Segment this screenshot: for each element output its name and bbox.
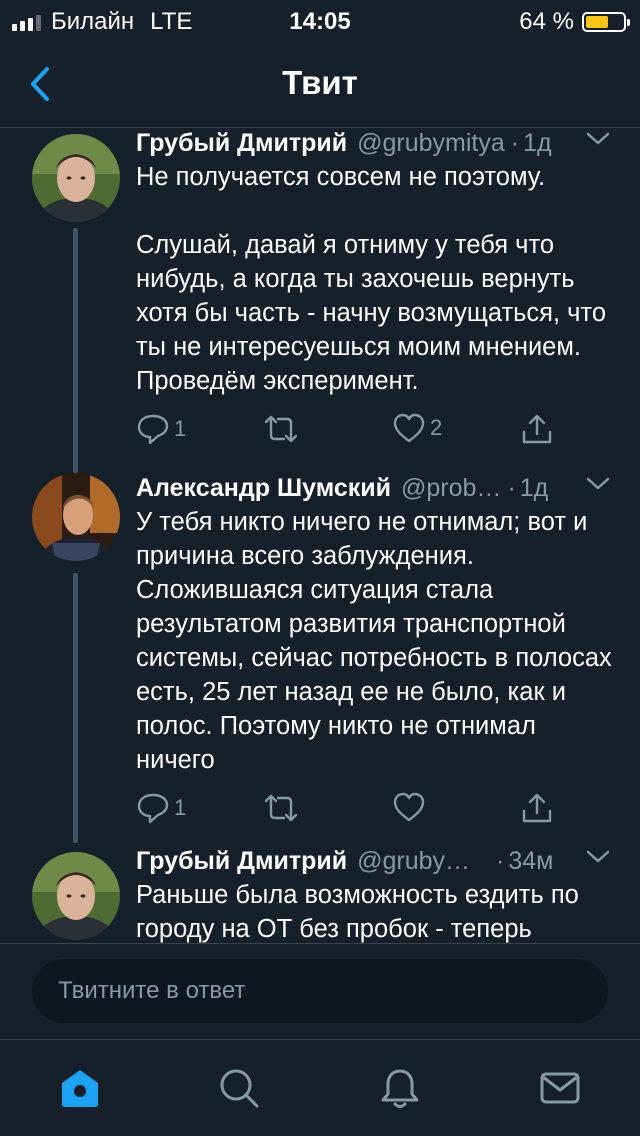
notifications-icon	[381, 1069, 419, 1108]
like-button[interactable]: 2	[392, 412, 442, 444]
chevron-down-icon	[586, 132, 610, 145]
status-bar: Билайн LTE 14:05 64 %	[0, 0, 640, 40]
tab-messages[interactable]	[536, 1064, 584, 1112]
share-button[interactable]	[520, 412, 554, 446]
reply-button[interactable]: 1	[136, 412, 186, 446]
author-name[interactable]: Грубый Дмитрий	[136, 847, 347, 876]
share-icon	[522, 414, 552, 444]
page-title: Твит	[282, 64, 358, 101]
separator-dot: ·	[507, 473, 516, 502]
tweet-body: Грубый Дмитрий @gruby… · 34м Раньше была…	[136, 846, 616, 943]
retweet-icon	[264, 794, 298, 822]
more-options-button[interactable]	[586, 132, 610, 151]
reply-input[interactable]: Твитните в ответ	[32, 959, 608, 1023]
tweet-header: Александр Шумский @prob… · 1д	[136, 473, 616, 503]
author-name[interactable]: Грубый Дмитрий	[136, 129, 347, 158]
separator-dot: ·	[496, 846, 505, 875]
author-handle[interactable]: @gruby…	[357, 847, 470, 876]
author-handle[interactable]: @prob…	[401, 474, 501, 503]
tweet-body: Александр Шумский @prob… · 1д У тебя ник…	[136, 473, 616, 777]
chevron-down-icon	[586, 850, 610, 863]
tab-bar	[0, 1039, 640, 1136]
avatar-photo	[32, 134, 120, 222]
tweet[interactable]: Александр Шумский @prob… · 1д У тебя ник…	[0, 473, 640, 843]
like-button[interactable]	[392, 791, 430, 823]
reply-count: 1	[174, 795, 187, 820]
retweet-icon	[264, 415, 298, 443]
tweet-text: Не получается совсем не поэтому. Слушай,…	[136, 163, 606, 395]
navigation-bar: Твит	[0, 40, 640, 128]
tweet-header: Грубый Дмитрий @gruby… · 34м	[136, 846, 616, 876]
chevron-down-icon	[586, 477, 610, 490]
share-icon	[522, 793, 552, 823]
home-icon	[62, 1070, 98, 1107]
tweet-text: У тебя никто ничего не отнимал; вот и пр…	[136, 508, 612, 774]
battery-percent: 64 %	[519, 8, 574, 35]
tweet-time: 1д	[519, 473, 549, 502]
retweet-button[interactable]	[262, 412, 304, 446]
avatar[interactable]	[32, 134, 120, 222]
like-count: 2	[430, 415, 443, 440]
avatar-photo	[32, 852, 120, 940]
thread-connector	[73, 228, 78, 473]
reply-icon	[137, 793, 169, 824]
battery-icon	[582, 12, 630, 32]
reply-button[interactable]: 1	[136, 791, 186, 825]
tweet[interactable]: Грубый Дмитрий @gruby… · 34м Раньше была…	[0, 846, 640, 943]
share-button[interactable]	[520, 791, 554, 825]
author-handle[interactable]: @grubymitya	[357, 129, 505, 158]
tweet-body: Грубый Дмитрий @grubymitya · 1д Не получ…	[136, 128, 616, 398]
messages-icon	[540, 1072, 580, 1104]
tweet-header: Грубый Дмитрий @grubymitya · 1д	[136, 128, 616, 158]
avatar-photo	[32, 473, 120, 561]
reply-count: 1	[174, 416, 187, 441]
more-options-button[interactable]	[586, 850, 610, 869]
tab-search[interactable]	[215, 1064, 263, 1112]
tweet-time: 1д	[523, 128, 552, 157]
reply-icon	[137, 414, 169, 445]
separator-dot: ·	[510, 128, 520, 157]
reply-bar: Твитните в ответ	[0, 943, 640, 1039]
status-right: 64 %	[519, 8, 630, 36]
thread-connector	[73, 573, 78, 843]
tweet-time: 34м	[508, 846, 554, 875]
avatar[interactable]	[32, 852, 120, 940]
tweet[interactable]: Грубый Дмитрий @grubymitya · 1д Не получ…	[0, 128, 640, 473]
author-name[interactable]: Александр Шумский	[136, 474, 391, 503]
tweet-actions: 1 2	[136, 412, 576, 452]
heart-icon	[393, 792, 425, 822]
tab-home[interactable]	[56, 1064, 104, 1112]
tweet-actions: 1	[136, 791, 576, 831]
tab-notifications[interactable]	[376, 1064, 424, 1112]
heart-icon	[393, 413, 425, 443]
search-icon	[220, 1069, 259, 1108]
more-options-button[interactable]	[586, 477, 610, 496]
retweet-button[interactable]	[262, 791, 304, 825]
tweet-text: Раньше была возможность ездить по городу…	[136, 881, 579, 943]
tweet-thread[interactable]: Грубый Дмитрий @grubymitya · 1д Не получ…	[0, 128, 640, 943]
avatar[interactable]	[32, 473, 120, 561]
